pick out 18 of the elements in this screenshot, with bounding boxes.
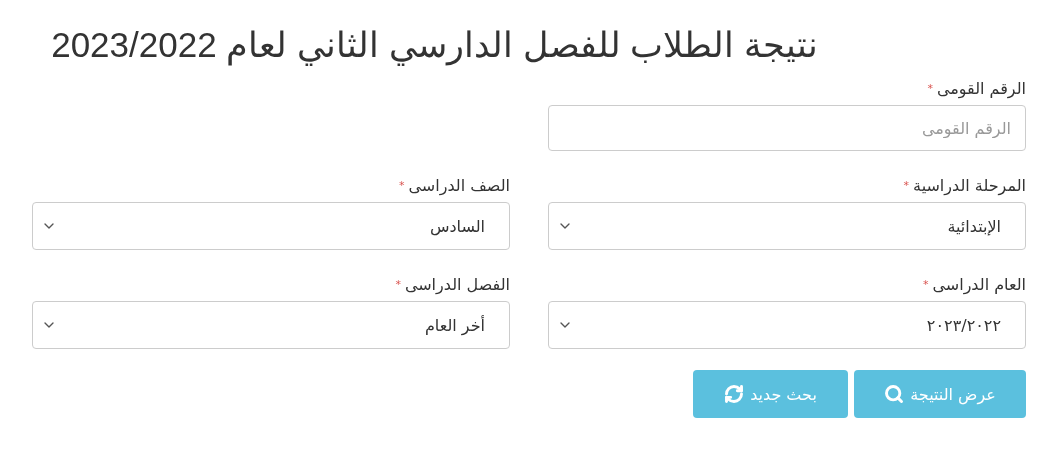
- required-mark: *: [395, 277, 401, 293]
- required-mark: *: [903, 178, 910, 194]
- required-mark: *: [922, 277, 929, 293]
- search-icon: [884, 384, 905, 404]
- field-label: الرقم القومى: [936, 78, 1026, 100]
- field-label: الصف الدراسى: [408, 175, 510, 197]
- refresh-icon: [724, 384, 745, 404]
- select-field[interactable]: أخر العام: [32, 301, 510, 349]
- input-field[interactable]: الرقم القومى: [548, 105, 1026, 151]
- select-field[interactable]: السادس: [32, 202, 510, 250]
- field-label: العام الدراسى: [932, 274, 1026, 296]
- required-mark: *: [399, 178, 405, 194]
- field-label: المرحلة الدراسية: [913, 175, 1026, 197]
- field-label: الفصل الدراسى: [404, 274, 510, 296]
- required-mark: *: [927, 81, 933, 97]
- select-field[interactable]: ٢٠٢٣/٢٠٢٢: [548, 301, 1026, 349]
- page-title: نتيجة الطلاب للفصل الدارسي الثاني لعام 2023/2022: [50, 24, 818, 68]
- select-field[interactable]: الإبتدائية: [548, 202, 1026, 250]
